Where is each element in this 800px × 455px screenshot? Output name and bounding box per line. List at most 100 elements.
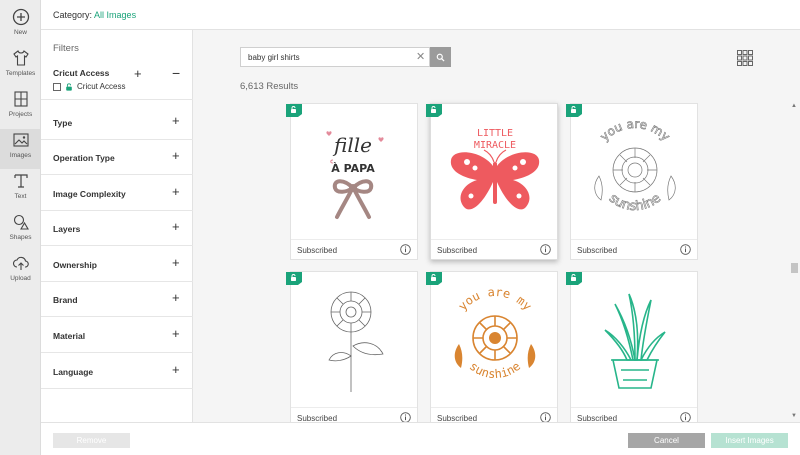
access-badge-icon [566, 104, 582, 117]
svg-text:you are my: you are my [455, 285, 534, 313]
image-card[interactable]: LITTLE MIRACLE Subscribed [426, 103, 558, 260]
bottom-bar: Remove Cancel Insert Images [41, 422, 800, 455]
search-icon [436, 53, 445, 62]
rail-label: Images [9, 152, 32, 159]
category-link[interactable]: All Images [94, 10, 136, 20]
plus-icon[interactable]: + [172, 363, 180, 376]
rail-label: Shapes [9, 234, 32, 241]
image-card[interactable]: Subscribed [566, 271, 698, 428]
card-status: Subscribed [577, 246, 618, 255]
rail-item-upload[interactable]: Upload [0, 252, 41, 292]
filter-brand[interactable]: Brand + [41, 282, 193, 317]
cricut-access-expand-icon[interactable]: + [134, 67, 142, 80]
rail-item-new[interactable]: New [0, 6, 41, 46]
rail-item-text[interactable]: Text [0, 170, 41, 210]
filter-type[interactable]: Type + [41, 105, 193, 140]
art-text: sunshine [467, 359, 523, 381]
access-lock-icon [66, 82, 72, 91]
cricut-access-checkbox-label: Cricut Access [77, 82, 126, 91]
category-label: Category: [53, 10, 93, 20]
art-text: À PAPA [331, 162, 375, 175]
cancel-button[interactable]: Cancel [628, 433, 705, 448]
plus-icon[interactable]: + [172, 114, 180, 127]
rail-label: New [13, 29, 27, 36]
grid-view-icon[interactable] [737, 50, 753, 66]
text-icon [13, 174, 28, 188]
rail-label: Projects [8, 111, 33, 118]
clear-icon[interactable]: ✕ [416, 51, 425, 63]
filter-label: Layers [53, 224, 81, 234]
remove-button[interactable]: Remove [53, 433, 130, 448]
card-footer: Subscribed [571, 239, 697, 259]
rail-item-shapes[interactable]: Shapes [0, 211, 41, 251]
art-text: MIRACLE [474, 140, 516, 151]
card-status: Subscribed [437, 246, 478, 255]
filter-label: Image Complexity [53, 189, 126, 199]
filters-title: Filters [53, 43, 79, 54]
filter-operation-type[interactable]: Operation Type + [41, 140, 193, 175]
insert-images-button[interactable]: Insert Images [711, 433, 788, 448]
access-badge-icon [426, 104, 442, 117]
results-count: 6,613 Results [240, 81, 299, 92]
filter-label: Brand [53, 295, 78, 305]
filter-label: Type [53, 118, 73, 128]
little-miracle-butterfly-art: LITTLE MIRACLE [450, 128, 540, 210]
shirt-icon [12, 50, 29, 66]
info-icon[interactable] [400, 244, 411, 255]
filter-layers[interactable]: Layers + [41, 211, 193, 246]
svg-text:sunshine: sunshine [467, 359, 523, 381]
card-status: Subscribed [297, 246, 338, 255]
filter-label: Language [53, 367, 94, 377]
rail-item-projects[interactable]: Projects [0, 88, 41, 128]
filter-material[interactable]: Material + [41, 318, 193, 353]
svg-text:you are my: you are my [597, 117, 673, 144]
filter-ownership[interactable]: Ownership + [41, 247, 193, 282]
cricut-access-collapse-icon[interactable]: − [172, 66, 180, 80]
svg-text:sunshine: sunshine [606, 191, 664, 214]
image-card[interactable]: Subscribed [286, 271, 418, 428]
fille-a-papa-art: fille À PAPA [326, 131, 384, 219]
scrollbar[interactable] [790, 103, 798, 421]
cricut-access-heading: Cricut Access [53, 68, 110, 78]
filter-language[interactable]: Language + [41, 354, 193, 389]
search-box: ✕ [240, 47, 430, 67]
rail-item-images[interactable]: Images [0, 129, 41, 169]
image-card[interactable]: you are my sunshine Subscribed [426, 271, 558, 428]
art-text: fille [332, 133, 372, 157]
plus-icon[interactable]: + [172, 220, 180, 233]
projects-icon [13, 91, 28, 107]
divider [41, 99, 193, 100]
scroll-down-icon[interactable]: ▼ [791, 413, 797, 419]
sunflower-sunshine-orange-art: you are my sunshine [454, 285, 536, 381]
scroll-up-icon[interactable]: ▲ [791, 103, 797, 109]
image-card[interactable]: you are my sunshine Subscribed [566, 103, 698, 260]
rail-item-templates[interactable]: Templates [0, 47, 41, 87]
scrollbar-thumb[interactable] [791, 263, 798, 273]
cricut-access-checkbox[interactable] [53, 82, 61, 91]
art-text: sunshine [606, 191, 665, 215]
filters-panel: Filters Cricut Access + − Cricut Access … [41, 30, 193, 422]
plus-icon[interactable]: + [172, 256, 180, 269]
filter-label: Material [53, 331, 86, 341]
rail-label: Templates [5, 70, 36, 77]
plus-icon[interactable]: + [172, 149, 180, 162]
plus-icon[interactable]: + [172, 291, 180, 304]
sunflower-sunshine-outline-art: you are my sunshine [594, 117, 676, 214]
art-text: you are my [455, 285, 534, 313]
image-card[interactable]: fille À PAPA Subscribed [286, 103, 418, 260]
plus-icon[interactable]: + [172, 185, 180, 198]
art-text: LITTLE [477, 128, 513, 139]
search-button[interactable] [430, 47, 451, 67]
info-icon[interactable] [680, 244, 691, 255]
search-input[interactable] [241, 48, 411, 66]
access-badge-icon [286, 104, 302, 117]
top-bar: Category: All Images [41, 0, 800, 30]
shapes-icon [13, 214, 29, 230]
access-badge-icon [286, 272, 302, 285]
left-rail: New Templates Projects Images Text Shape… [0, 0, 41, 455]
plus-icon[interactable]: + [172, 327, 180, 340]
plant-pot-art [604, 293, 666, 389]
cricut-access-checkbox-row[interactable]: Cricut Access [53, 82, 125, 91]
info-icon[interactable] [540, 244, 551, 255]
filter-image-complexity[interactable]: Image Complexity + [41, 176, 193, 211]
